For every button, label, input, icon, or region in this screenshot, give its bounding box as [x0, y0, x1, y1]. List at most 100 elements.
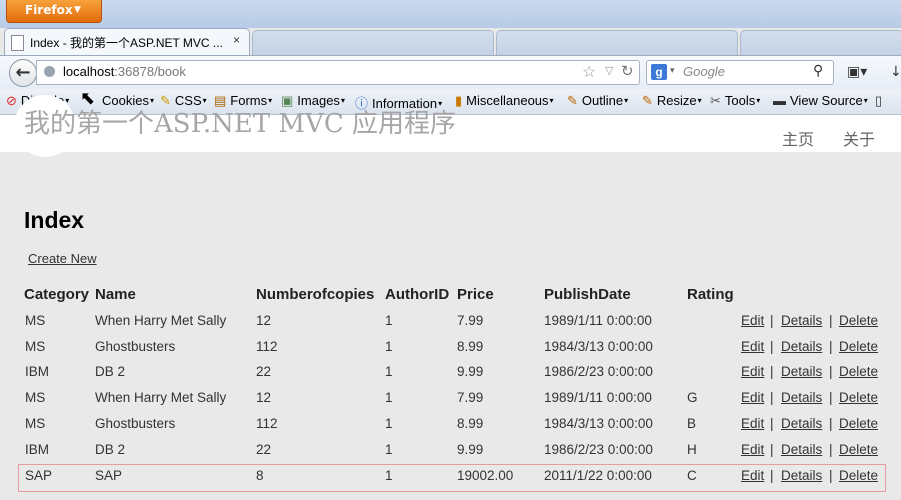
options-icon: ▯ — [875, 93, 883, 108]
table-cell: 8.99 — [457, 416, 484, 431]
details-link[interactable]: Details — [781, 416, 822, 431]
details-link[interactable]: Details — [781, 364, 822, 379]
chevron-down-icon: ▼ — [74, 5, 81, 15]
details-link[interactable]: Details — [781, 313, 822, 328]
toolbar-view-source[interactable]: ▬ View Source▾ — [773, 93, 868, 108]
background-tab[interactable] — [252, 30, 494, 56]
download-icon[interactable]: ↓ — [890, 64, 901, 80]
table-cell: When Harry Met Sally — [95, 313, 227, 328]
details-link[interactable]: Details — [781, 339, 822, 354]
disable-icon: ⊘ — [6, 93, 17, 108]
back-button[interactable]: ← — [9, 59, 37, 87]
action-separator: | — [829, 416, 833, 431]
table-cell: Ghostbusters — [95, 339, 176, 354]
background-tab[interactable] — [740, 30, 901, 56]
search-icon[interactable]: ⚲ — [813, 62, 823, 79]
window-titlebar: Firefox ▼ — [0, 0, 901, 28]
table-cell: 112 — [256, 416, 278, 431]
edit-link[interactable]: Edit — [741, 390, 764, 405]
resize-pencil-icon: ✎ — [642, 93, 653, 108]
action-separator: | — [770, 416, 774, 431]
table-cell: 22 — [256, 442, 272, 457]
delete-link[interactable]: Delete — [839, 364, 878, 379]
toolbar-options[interactable]: ▯ — [875, 93, 886, 109]
table-cell: IBM — [25, 364, 50, 379]
action-separator: | — [770, 364, 774, 379]
delete-link[interactable]: Delete — [839, 339, 878, 354]
table-cell: 9.99 — [457, 442, 484, 457]
table-cell: 8.99 — [457, 339, 484, 354]
menu-about-link[interactable]: 关于 — [843, 126, 875, 150]
table-cell: 1 — [385, 442, 393, 457]
toolbar-miscellaneous[interactable]: ▮ Miscellaneous▾ — [455, 93, 554, 109]
reload-icon[interactable]: ↻ — [621, 62, 634, 80]
action-separator: | — [770, 390, 774, 405]
firefox-menu-button[interactable]: Firefox ▼ — [6, 0, 102, 23]
table-cell: H — [687, 442, 697, 457]
table-cell: 12 — [256, 390, 272, 405]
edit-link[interactable]: Edit — [741, 313, 764, 328]
table-cell: 112 — [256, 339, 278, 354]
page-favicon-icon — [11, 35, 24, 51]
action-separator: | — [829, 442, 833, 457]
edit-link[interactable]: Edit — [741, 416, 764, 431]
history-dropdown-icon[interactable]: ▽ — [605, 64, 613, 77]
column-header: PublishDate — [544, 286, 631, 303]
search-box[interactable]: g ▾ Google ⚲ — [646, 60, 834, 85]
table-cell: 1989/1/11 0:00:00 — [544, 313, 652, 328]
table-cell: IBM — [25, 442, 50, 457]
edit-link[interactable]: Edit — [741, 364, 764, 379]
background-tab[interactable] — [496, 30, 738, 56]
table-cell: 22 — [256, 364, 272, 379]
table-cell: 7.99 — [457, 390, 484, 405]
page-title: Index — [24, 207, 85, 233]
column-header: Price — [457, 286, 494, 303]
search-input[interactable]: Google — [683, 64, 725, 79]
toolbar-outline[interactable]: ✎ Outline▾ — [567, 93, 628, 109]
close-icon[interactable]: × — [233, 33, 240, 47]
url-text[interactable]: localhost:36878/book — [63, 64, 186, 79]
google-engine-icon[interactable]: g — [651, 64, 667, 80]
action-separator: | — [770, 313, 774, 328]
table-cell: 12 — [256, 313, 272, 328]
bookmark-star-icon[interactable]: ☆ — [582, 62, 596, 82]
table-cell: 1 — [385, 390, 393, 405]
action-separator: | — [829, 339, 833, 354]
chevron-down-icon[interactable]: ▾ — [670, 65, 675, 76]
action-separator: | — [829, 390, 833, 405]
action-separator: | — [770, 339, 774, 354]
delete-link[interactable]: Delete — [839, 313, 878, 328]
page-content: 我的第一个ASP.NET MVC 应用程序 主页 关于 Index Create… — [0, 95, 901, 500]
delete-link[interactable]: Delete — [839, 390, 878, 405]
toolbar-resize[interactable]: ✎ Resize▾ — [642, 93, 702, 109]
table-cell: MS — [25, 313, 46, 328]
delete-link[interactable]: Delete — [839, 416, 878, 431]
table-cell: MS — [25, 339, 46, 354]
column-header: Numberofcopies — [256, 286, 375, 303]
column-header: Category — [24, 286, 90, 303]
menu-home-link[interactable]: 主页 — [782, 126, 814, 150]
edit-link[interactable]: Edit — [741, 442, 764, 457]
url-bar[interactable]: localhost:36878/book ☆ ▽ ↻ — [36, 60, 640, 85]
monitor-icon: ▬ — [773, 93, 786, 108]
delete-link[interactable]: Delete — [839, 442, 878, 457]
table-cell: 1 — [385, 339, 393, 354]
column-header: Rating — [687, 286, 734, 303]
outline-pencil-icon: ✎ — [567, 93, 578, 108]
table-cell: Ghostbusters — [95, 416, 176, 431]
table-cell: MS — [25, 416, 46, 431]
navigation-bar: ← localhost:36878/book ☆ ▽ ↻ g ▾ Google … — [0, 55, 901, 90]
bookmarks-menu-icon[interactable]: ▣▾ — [847, 64, 867, 80]
tab-active[interactable]: Index - 我的第一个ASP.NET MVC ... × — [4, 28, 250, 56]
table-cell: 1986/2/23 0:00:00 — [544, 364, 653, 379]
toolbar-tools[interactable]: ✂ Tools▾ — [710, 93, 760, 109]
edit-link[interactable]: Edit — [741, 339, 764, 354]
details-link[interactable]: Details — [781, 442, 822, 457]
selected-row-highlight — [18, 464, 886, 492]
create-new-link[interactable]: Create New — [28, 251, 97, 266]
details-link[interactable]: Details — [781, 390, 822, 405]
toolbox-icon: ▮ — [455, 93, 463, 108]
table-cell: 7.99 — [457, 313, 484, 328]
table-cell: 1984/3/13 0:00:00 — [544, 416, 653, 431]
table-cell: 9.99 — [457, 364, 484, 379]
